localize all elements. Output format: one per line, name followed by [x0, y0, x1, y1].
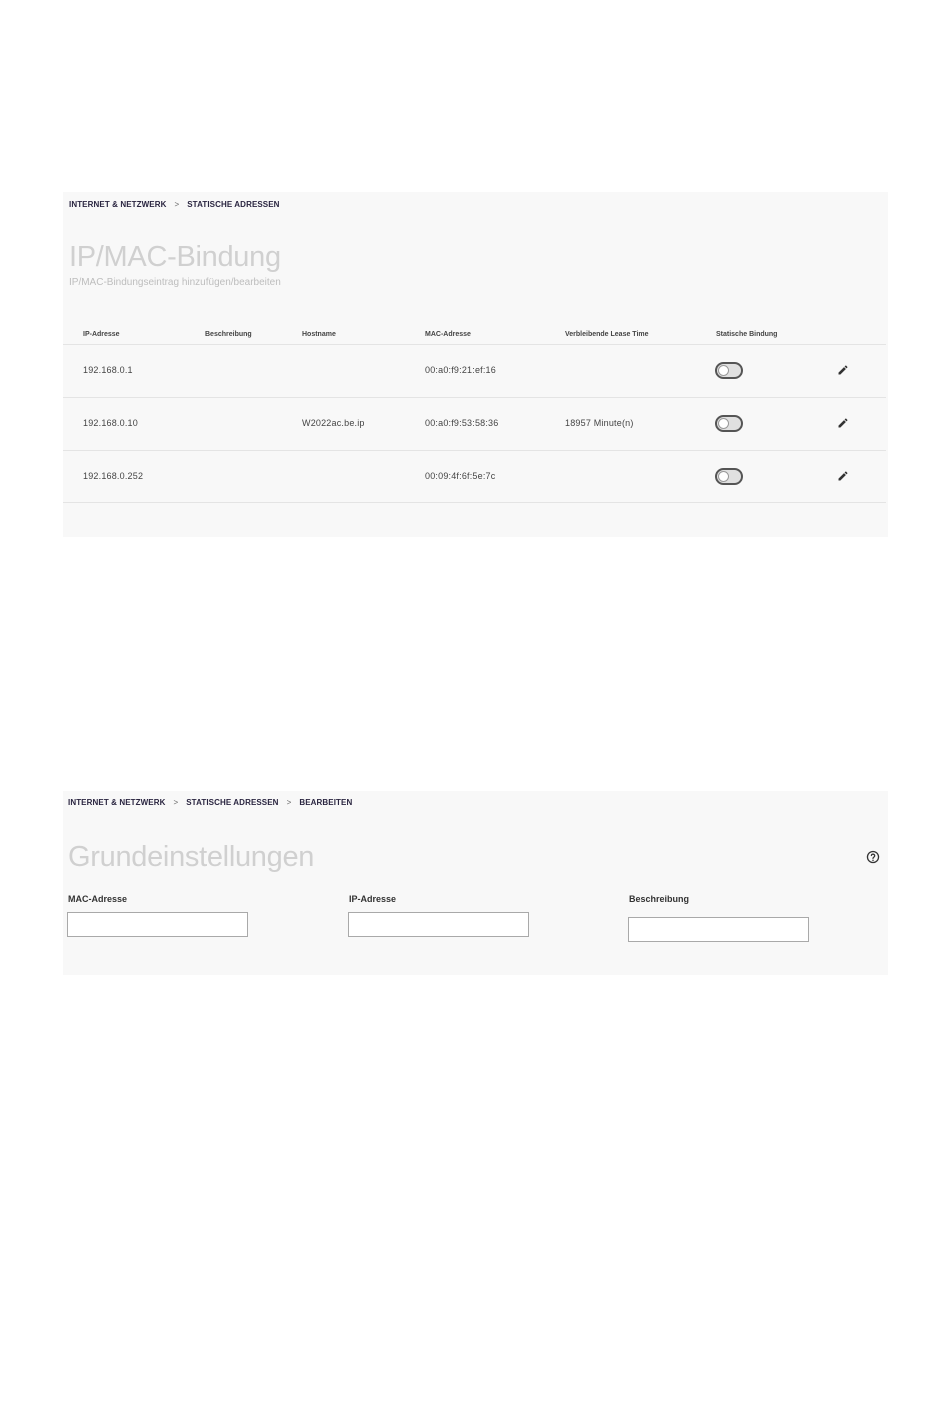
breadcrumb: INTERNET & NETZWERK > STATISCHE ADRESSEN — [69, 200, 280, 209]
description-label: Beschreibung — [629, 894, 690, 904]
pencil-icon[interactable] — [837, 417, 849, 429]
mac-address-input[interactable] — [67, 912, 248, 937]
breadcrumb-internet-netzwerk[interactable]: INTERNET & NETZWERK — [68, 798, 165, 807]
table-row: 192.168.0.1 00:a0:f9:21:ef:16 — [63, 344, 886, 397]
cell-mac: 00:09:4f:6f:5e:7c — [425, 471, 496, 481]
cell-mac: 00:a0:f9:53:58:36 — [425, 418, 499, 428]
section-title: Grundeinstellungen — [68, 841, 315, 873]
breadcrumb-separator: > — [174, 200, 180, 210]
column-header-static-binding[interactable]: Statische Bindung — [716, 331, 777, 338]
breadcrumb: INTERNET & NETZWERK > STATISCHE ADRESSEN > B… — [68, 798, 352, 807]
help-circle-icon[interactable] — [866, 850, 880, 864]
ip-mac-binding-panel: INTERNET & NETZWERK > STATISCHE ADRESSEN I… — [63, 192, 888, 537]
cell-lease: 18957 Minute(n) — [565, 418, 634, 428]
breadcrumb-statische-adressen[interactable]: STATISCHE ADRESSEN — [187, 200, 279, 209]
table-row: 192.168.0.252 00:09:4f:6f:5e:7c — [63, 450, 886, 503]
cell-ip: 192.168.0.10 — [83, 418, 138, 428]
ip-address-input[interactable] — [348, 912, 529, 937]
static-binding-toggle[interactable] — [715, 362, 743, 379]
cell-mac: 00:a0:f9:21:ef:16 — [425, 365, 496, 375]
breadcrumb-bearbeiten: BEARBEITEN — [299, 798, 353, 808]
mac-address-label: MAC-Adresse — [68, 894, 128, 904]
cell-hostname: W2022ac.be.ip — [302, 418, 365, 428]
ip-address-label: IP-Adresse — [349, 894, 397, 904]
page-subtitle: IP/MAC-Bindungseintrag hinzufügen/bearbe… — [69, 277, 281, 288]
toggle-knob — [718, 471, 729, 482]
breadcrumb-internet-netzwerk[interactable]: INTERNET & NETZWERK — [69, 200, 166, 209]
breadcrumb-separator: > — [286, 798, 292, 808]
toggle-knob — [718, 418, 729, 429]
page-title: IP/MAC-Bindung — [69, 241, 281, 273]
column-header-lease[interactable]: Verbleibende Lease Time — [565, 331, 649, 338]
edit-basic-settings-panel: INTERNET & NETZWERK > STATISCHE ADRESSEN > B… — [63, 791, 888, 975]
static-binding-toggle[interactable] — [715, 468, 743, 485]
pencil-icon[interactable] — [837, 364, 849, 376]
column-header-description[interactable]: Beschreibung — [205, 331, 252, 338]
static-binding-toggle[interactable] — [715, 415, 743, 432]
breadcrumb-separator: > — [173, 798, 179, 808]
column-header-ip[interactable]: IP-Adresse — [83, 331, 120, 338]
pencil-icon[interactable] — [837, 470, 849, 482]
table-row: 192.168.0.10 W2022ac.be.ip 00:a0:f9:53:5… — [63, 397, 886, 450]
toggle-knob — [718, 365, 729, 376]
column-header-hostname[interactable]: Hostname — [302, 331, 336, 338]
column-header-mac[interactable]: MAC-Adresse — [425, 331, 471, 338]
breadcrumb-statische-adressen[interactable]: STATISCHE ADRESSEN — [186, 798, 278, 807]
cell-ip: 192.168.0.252 — [83, 471, 144, 481]
cell-ip: 192.168.0.1 — [83, 365, 133, 375]
description-input[interactable] — [628, 917, 809, 942]
